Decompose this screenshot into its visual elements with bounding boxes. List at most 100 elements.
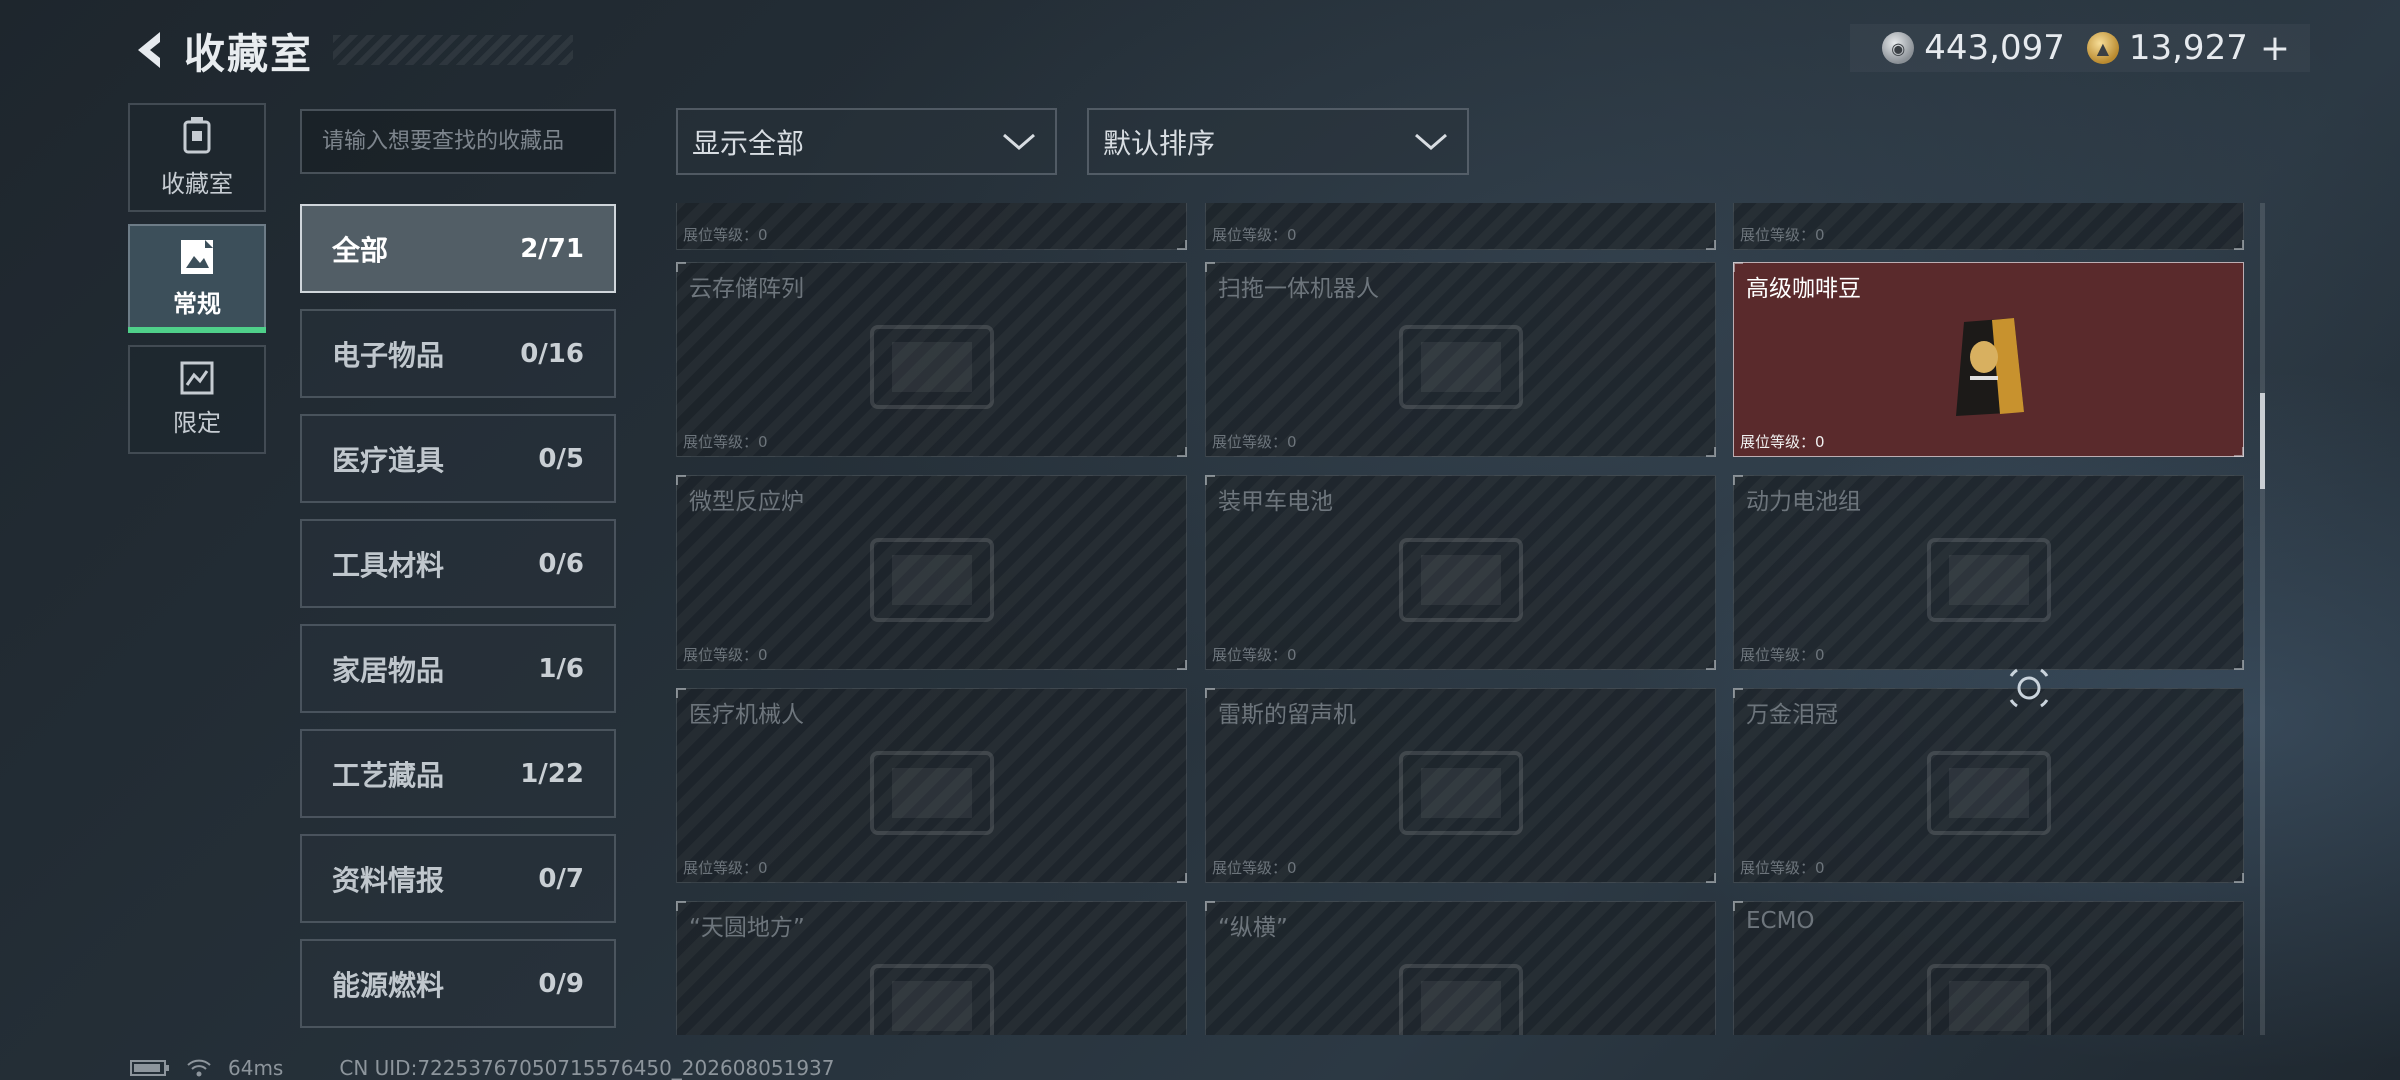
chevron-down-icon xyxy=(1003,133,1035,150)
item-image xyxy=(1398,325,1523,410)
collection-item-card[interactable]: 雷斯的留声机 展位等级：0 xyxy=(1205,688,1716,883)
gold-currency[interactable]: ▲ 13,927 + xyxy=(2086,28,2290,69)
uid-text: CN UID:7225376705071557​6450_20260805193… xyxy=(339,1056,835,1080)
collection-item-card[interactable]: “纵横”展位等级：0 xyxy=(1205,901,1716,1035)
category-energy[interactable]: 能源燃料 0/9 xyxy=(300,939,616,1028)
category-name: 医疗道具 xyxy=(332,443,445,477)
collection-item-card[interactable]: 云存储阵列展位等级：0 xyxy=(676,262,1187,457)
tab-label: 收藏室 xyxy=(161,170,233,198)
item-name: “纵横” xyxy=(1218,915,1288,941)
collection-item-card[interactable]: 扫拖一体机器人展位等级：0 xyxy=(1205,262,1716,457)
search-input[interactable] xyxy=(322,129,614,154)
tab-label: 限定 xyxy=(173,409,221,437)
collection-item-card[interactable]: 展位等级：0 xyxy=(1205,203,1716,250)
item-name: 动力电池组 xyxy=(1746,489,1861,515)
scroll-thumb[interactable] xyxy=(2260,393,2265,489)
category-name: 工艺藏品 xyxy=(332,758,445,792)
chart-icon xyxy=(180,361,214,395)
item-level: 展位等级：0 xyxy=(1212,433,1297,451)
silver-amount: 443,097 xyxy=(1924,28,2065,68)
category-medical[interactable]: 医疗道具 0/5 xyxy=(300,414,616,503)
item-image xyxy=(1889,203,2089,220)
page-title: 收藏室 xyxy=(184,30,313,78)
back-arrow-icon[interactable] xyxy=(128,26,172,74)
item-image xyxy=(1926,964,2051,1035)
picture-icon xyxy=(181,240,213,274)
item-image xyxy=(1398,538,1523,623)
collection-item-card[interactable]: 展位等级：0 xyxy=(676,203,1187,250)
item-image xyxy=(869,751,994,836)
category-name: 能源燃料 xyxy=(332,968,445,1002)
collection-item-card[interactable]: 万金泪冠展位等级：0 xyxy=(1733,688,2244,883)
category-count: 1/22 xyxy=(520,758,584,789)
item-level: 展位等级：0 xyxy=(683,646,768,664)
collection-item-card[interactable]: ECMO展位等级：0 xyxy=(1733,901,2244,1035)
gold-amount: 13,927 xyxy=(2128,28,2248,68)
wifi-icon xyxy=(187,1059,211,1077)
item-image xyxy=(1398,964,1523,1035)
category-count: 1/6 xyxy=(538,653,584,684)
add-gold-button[interactable]: + xyxy=(2260,28,2290,69)
crosshair-icon[interactable] xyxy=(2003,662,2055,714)
item-name: ECMO xyxy=(1746,908,1815,934)
category-tools[interactable]: 工具材料 0/6 xyxy=(300,519,616,608)
sort-dropdown[interactable]: 默认排序 xyxy=(1087,108,1469,175)
collection-item-card[interactable]: 微型反应炉展位等级：0 xyxy=(676,475,1187,670)
scrollbar[interactable] xyxy=(2260,203,2265,1035)
collection-item-card[interactable]: “天圆地方”展位等级：0 xyxy=(676,901,1187,1035)
category-home[interactable]: 家居物品 1/6 xyxy=(300,624,616,713)
item-image xyxy=(1398,751,1523,836)
search-box[interactable] xyxy=(300,109,616,174)
item-name: 万金泪冠 xyxy=(1746,702,1838,728)
item-image xyxy=(869,964,994,1035)
item-image xyxy=(869,538,994,623)
item-level: 展位等级：0 xyxy=(1740,859,1825,877)
header: 收藏室 xyxy=(128,22,573,78)
dropdown-label: 显示全部 xyxy=(692,126,805,160)
category-count: 0/5 xyxy=(538,443,584,474)
tab-collection-room[interactable]: 收藏室 xyxy=(128,103,266,212)
show-filter-dropdown[interactable]: 显示全部 xyxy=(676,108,1057,175)
item-image xyxy=(832,203,1032,220)
item-image xyxy=(1926,538,2051,623)
item-level: 展位等级：0 xyxy=(1212,646,1297,664)
collection-item-card[interactable]: 装甲车电池 展位等级：0 xyxy=(1205,475,1716,670)
collection-item-card[interactable]: 展位等级：0 xyxy=(1733,203,2244,250)
item-level: 展位等级：0 xyxy=(683,226,768,244)
tab-regular[interactable]: 常规 xyxy=(128,224,266,333)
item-name: “天圆地方” xyxy=(689,915,805,941)
item-image xyxy=(1926,751,2051,836)
item-name: 医疗机械人 xyxy=(689,702,804,728)
side-tabs: 收藏室 常规 限定 xyxy=(128,103,266,466)
item-name: 微型反应炉 xyxy=(689,489,804,515)
category-count: 2/71 xyxy=(520,233,584,264)
item-level: 展位等级：0 xyxy=(683,433,768,451)
category-crafts[interactable]: 工艺藏品 1/22 xyxy=(300,729,616,818)
item-name: 高级咖啡豆 xyxy=(1746,276,1861,302)
battery-icon xyxy=(130,1060,169,1076)
title-decoration xyxy=(333,35,573,65)
tab-limited[interactable]: 限定 xyxy=(128,345,266,454)
trash-bin-icon xyxy=(183,117,211,154)
category-list: 全部 2/71 电子物品 0/16 医疗道具 0/5 工具材料 0/6 家居物品… xyxy=(300,204,616,1044)
item-name: 雷斯的留声机 xyxy=(1218,702,1356,728)
collection-item-card[interactable]: 动力电池组 展位等级：0 xyxy=(1733,475,2244,670)
gold-coin-icon: ▲ xyxy=(2086,32,2119,64)
item-name: 云存储阵列 xyxy=(689,276,804,302)
category-name: 家居物品 xyxy=(332,653,445,687)
item-image xyxy=(1955,318,2024,417)
silver-currency: ◉ 443,097 xyxy=(1882,28,2065,68)
item-name: 扫拖一体机器人 xyxy=(1218,276,1379,302)
dropdown-label: 默认排序 xyxy=(1103,126,1216,160)
category-count: 0/7 xyxy=(538,863,584,894)
category-count: 0/9 xyxy=(538,968,584,999)
collection-item-card[interactable]: 医疗机械人 展位等级：0 xyxy=(676,688,1187,883)
item-image xyxy=(869,325,994,410)
collection-item-card[interactable]: 高级咖啡豆 展位等级：0 xyxy=(1733,262,2244,457)
chevron-down-icon xyxy=(1415,133,1447,150)
category-intel[interactable]: 资料情报 0/7 xyxy=(300,834,616,923)
category-name: 全部 xyxy=(332,233,389,267)
category-electronics[interactable]: 电子物品 0/16 xyxy=(300,309,616,398)
item-level: 展位等级：0 xyxy=(1740,226,1825,244)
category-all[interactable]: 全部 2/71 xyxy=(300,204,616,293)
